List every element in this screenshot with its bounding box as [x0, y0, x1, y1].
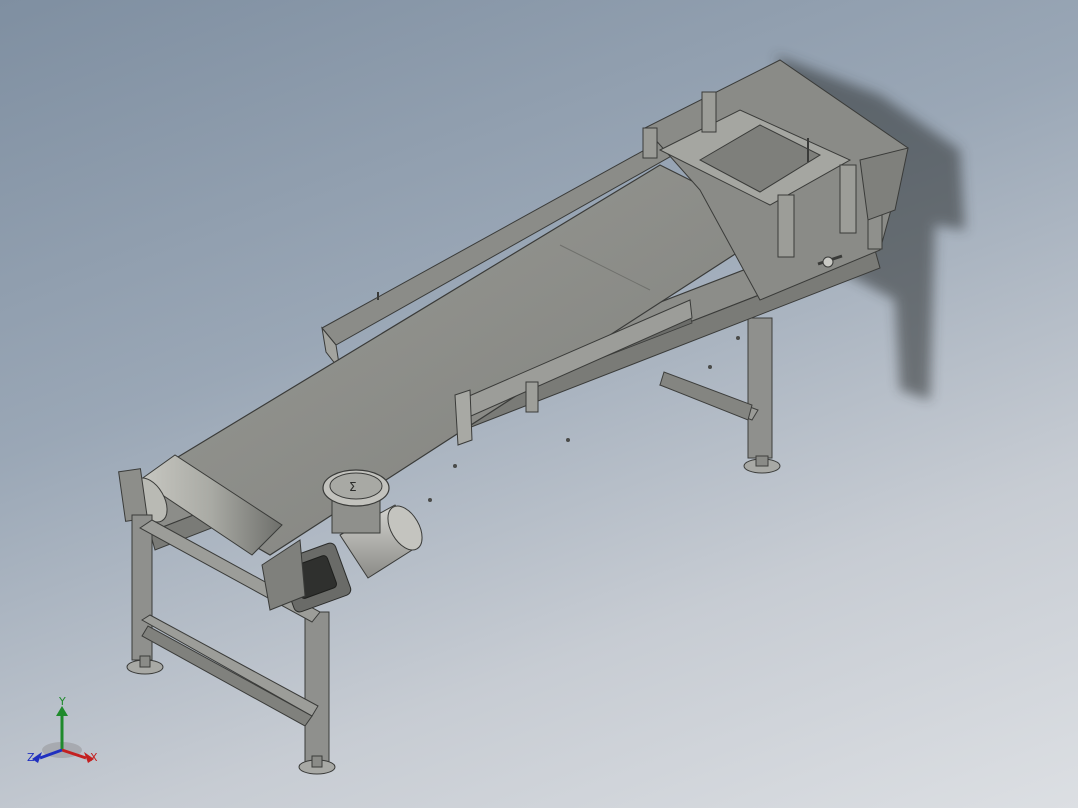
axis-z-label: Z — [27, 751, 35, 764]
conveyor-model[interactable]: Σ — [0, 0, 1078, 808]
axis-y-label: Y — [59, 695, 66, 708]
motor-label: Σ — [349, 480, 357, 494]
axis-triad: Y X Z — [22, 692, 112, 772]
model-viewport[interactable]: Σ Y X Z — [0, 0, 1078, 808]
axis-x-label: X — [90, 751, 98, 764]
triad-icon — [32, 706, 94, 763]
